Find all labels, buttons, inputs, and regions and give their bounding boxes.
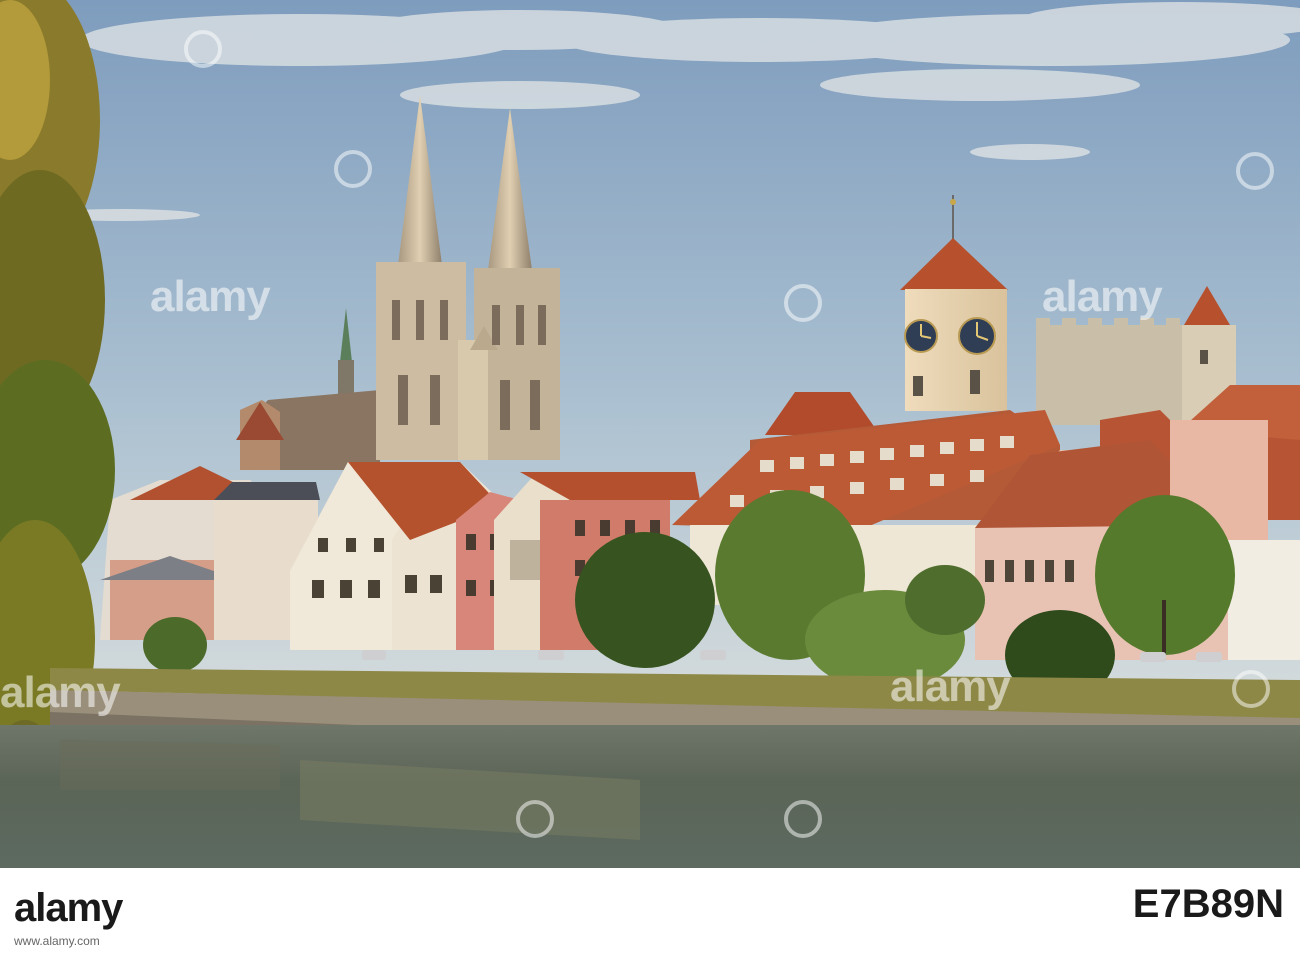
watermark: alamy bbox=[0, 668, 121, 717]
brand-url: www.alamy.com bbox=[14, 934, 100, 948]
watermark-ring-icon bbox=[1232, 670, 1270, 708]
watermark-ring-icon bbox=[184, 30, 222, 68]
watermark-ring-icon bbox=[334, 150, 372, 188]
footer-bar: alamy www.alamy.com E7B89N bbox=[0, 868, 1300, 956]
watermark-ring-icon bbox=[784, 800, 822, 838]
watermark-ring-icon bbox=[784, 284, 822, 322]
watermark-ring-icon bbox=[1236, 152, 1274, 190]
clock-icon bbox=[958, 317, 996, 355]
clock-icon bbox=[904, 319, 938, 353]
photo-stage: alamy alamy alamy alamy alamy www.alamy.… bbox=[0, 0, 1300, 956]
regensburg-skyline-photo bbox=[0, 0, 1300, 868]
watermark: alamy bbox=[1042, 272, 1163, 321]
brand-logo: alamy bbox=[14, 886, 123, 930]
watermark: alamy bbox=[150, 272, 271, 321]
image-code: E7B89N bbox=[1132, 882, 1284, 926]
watermark-ring-icon bbox=[516, 800, 554, 838]
watermark: alamy bbox=[890, 662, 1011, 711]
